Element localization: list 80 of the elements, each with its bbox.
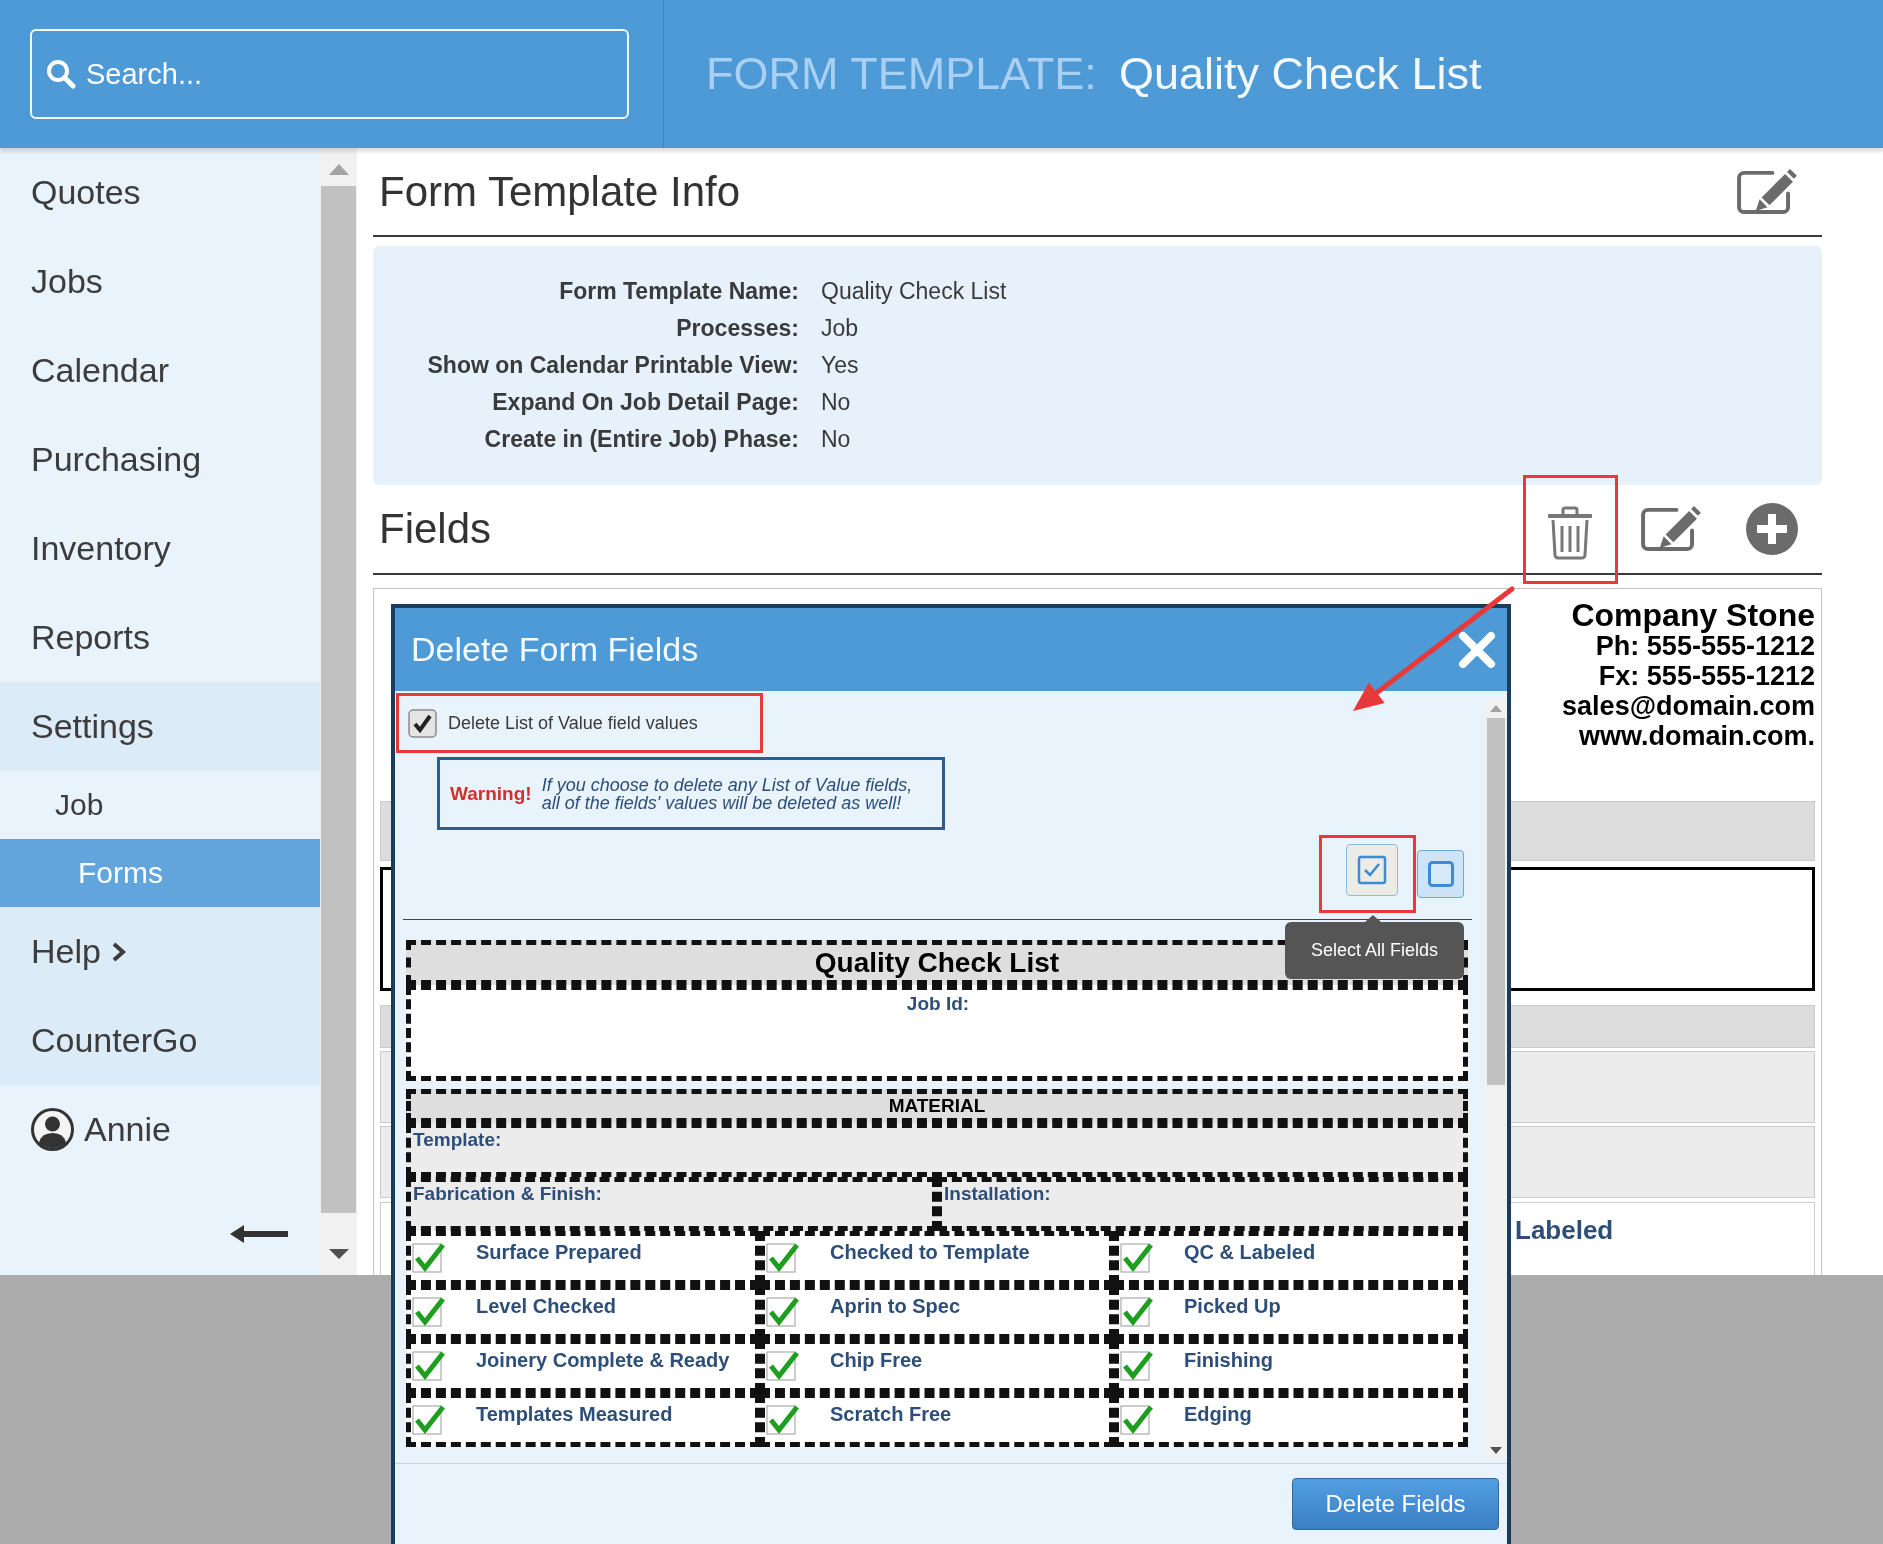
- delete-button[interactable]: [1547, 505, 1593, 560]
- nav-item[interactable]: Annie: [0, 1085, 320, 1174]
- nav-item[interactable]: Help: [0, 907, 320, 996]
- form-label: QC & Labeled: [1184, 1240, 1316, 1264]
- warning-label: Warning!: [450, 782, 532, 805]
- dialog-title: Delete Form Fields: [411, 630, 699, 669]
- checkbox-label: Delete List of Value field values: [448, 712, 698, 734]
- scrollbar[interactable]: [1485, 700, 1507, 1459]
- trash-icon: [1547, 505, 1593, 560]
- page-title-label: FORM TEMPLATE:: [706, 48, 1097, 100]
- nav-item[interactable]: Quotes: [0, 148, 320, 237]
- form-label: Edging: [1184, 1402, 1252, 1426]
- tooltip: Select All Fields: [1285, 915, 1464, 979]
- form-label: Joinery Complete & Ready: [476, 1348, 730, 1372]
- form-label: MATERIAL: [888, 1095, 986, 1117]
- form-label: Fabrication & Finish:: [413, 1183, 602, 1205]
- page-title: Quality Check List: [1118, 48, 1482, 100]
- warning-text: If you choose to delete any List of Value fields, all of the fields' values will be deleted as well!: [541, 775, 914, 812]
- nav-item[interactable]: Reports: [0, 593, 320, 682]
- nav-item[interactable]: Settings: [0, 682, 320, 771]
- chevron-right-icon: [110, 940, 127, 963]
- info-value: Yes: [821, 352, 859, 379]
- info-value: Quality Check List: [821, 278, 1007, 305]
- user-avatar-icon: [31, 1108, 74, 1151]
- info-label: Show on Calendar Printable View:: [426, 352, 799, 379]
- nav-item[interactable]: Purchasing: [0, 415, 320, 504]
- form-title: Quality Check List: [814, 946, 1060, 980]
- info-label: Form Template Name:: [558, 278, 799, 305]
- scroll-down-icon[interactable]: [1490, 1447, 1502, 1454]
- select-all-button[interactable]: [1346, 844, 1398, 896]
- form-label: Level Checked: [476, 1294, 617, 1318]
- edit-button[interactable]: [1639, 505, 1702, 553]
- scroll-up-icon[interactable]: [328, 164, 349, 175]
- info-value: No: [821, 426, 851, 453]
- form-label: Labeled: [1515, 1215, 1614, 1245]
- scroll-up-icon[interactable]: [1490, 705, 1502, 712]
- nav-item[interactable]: CounterGo: [0, 996, 320, 1085]
- info-label: Create in (Entire Job) Phase:: [483, 426, 799, 453]
- collapse-button[interactable]: [230, 1225, 288, 1243]
- nav-subitem[interactable]: Job: [0, 771, 320, 839]
- search-field[interactable]: Search...: [30, 29, 629, 119]
- scroll-down-icon[interactable]: [328, 1249, 349, 1259]
- form-label: Job Id:: [906, 993, 970, 1015]
- edit-icon: [1735, 167, 1798, 216]
- info-value: Job: [821, 315, 859, 342]
- form-label: Surface Prepared: [476, 1240, 642, 1264]
- form-label: Template:: [413, 1129, 502, 1151]
- form-label: Finishing: [1184, 1348, 1273, 1372]
- info-label: Processes:: [675, 315, 799, 342]
- checked-square-icon: [1357, 855, 1387, 885]
- add-button[interactable]: [1746, 503, 1798, 555]
- info-value: No: [821, 389, 851, 416]
- close-icon: [1457, 629, 1497, 670]
- select-none-button[interactable]: [1417, 850, 1464, 898]
- form-label: Installation:: [944, 1183, 1051, 1205]
- nav-item[interactable]: Inventory: [0, 504, 320, 593]
- form-label: Checked to Template: [830, 1240, 1030, 1264]
- nav-item[interactable]: Jobs: [0, 237, 320, 326]
- form-label: Picked Up: [1184, 1294, 1281, 1318]
- section-title: Form Template Info: [379, 167, 741, 216]
- company-name: Company Stone: [1571, 599, 1815, 631]
- info-label: Expand On Job Detail Page:: [491, 389, 799, 416]
- plus-circle-icon: [1746, 503, 1798, 555]
- close-button[interactable]: [1457, 629, 1497, 670]
- search-icon: [46, 59, 76, 89]
- edit-button[interactable]: [1735, 167, 1798, 216]
- edit-icon: [1639, 505, 1702, 553]
- form-label: Scratch Free: [830, 1402, 952, 1426]
- square-icon: [1427, 861, 1454, 887]
- checkbox[interactable]: [408, 708, 437, 738]
- scrollbar-thumb[interactable]: [1487, 718, 1505, 1085]
- form-label: Aprin to Spec: [830, 1294, 960, 1318]
- company-contact: www.domain.com.: [1578, 721, 1815, 751]
- nav-item[interactable]: Calendar: [0, 326, 320, 415]
- company-contact: Fx: 555-555-1212: [1598, 661, 1815, 691]
- arrow-left-icon: [230, 1225, 288, 1243]
- company-contact: sales@domain.com: [1562, 691, 1815, 721]
- form-label: Templates Measured: [476, 1402, 673, 1426]
- section-title: Fields: [379, 505, 492, 553]
- form-label: Chip Free: [830, 1348, 923, 1372]
